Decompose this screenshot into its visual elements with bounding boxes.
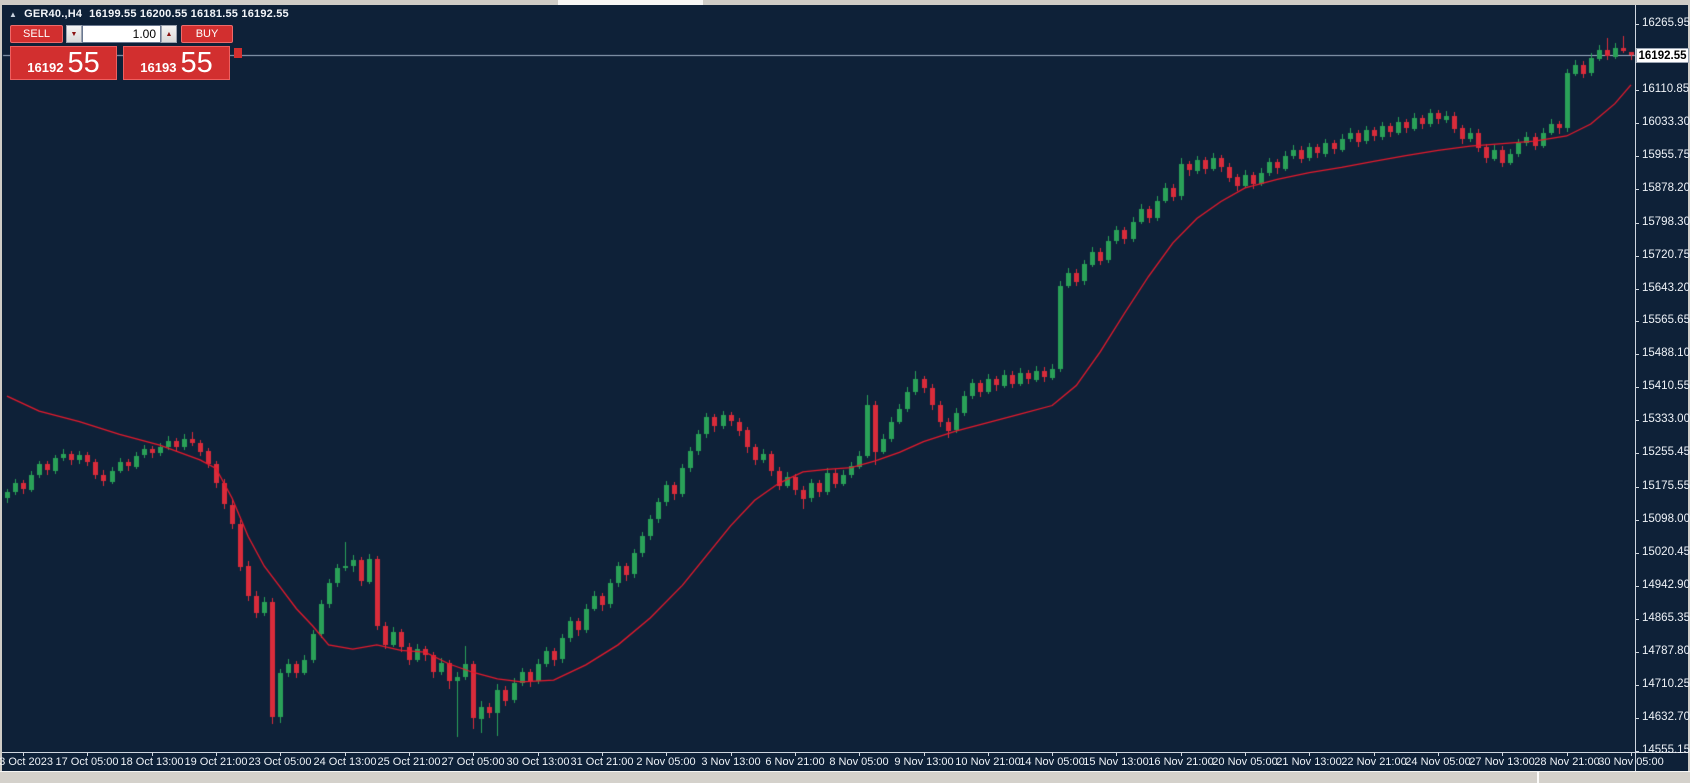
price-axis-label: 16110.85: [1642, 83, 1690, 95]
triangle-down-icon: ▼: [70, 30, 78, 38]
time-axis-label: 2 Nov 05:00: [636, 756, 696, 768]
price-axis-label: 16265.95: [1642, 17, 1690, 29]
price-axis-tick: [1635, 387, 1639, 388]
price-axis-tick: [1635, 123, 1639, 124]
price-axis-label: 15255.45: [1642, 446, 1690, 458]
time-axis-label: 18 Oct 13:00: [120, 756, 184, 768]
trading-platform-window: 16265.95 16110.85 16033.30 15955.75 15878.20…: [0, 0, 1690, 783]
price-axis-tick: [1635, 420, 1639, 421]
price-axis-label: 15488.10: [1642, 347, 1690, 359]
time-axis-label: 27 Nov 13:00: [1469, 756, 1535, 768]
time-axis-label: 25 Oct 21:00: [377, 756, 441, 768]
collapse-panel-icon[interactable]: ▲: [9, 10, 17, 19]
price-axis-tick: [1635, 354, 1639, 355]
time-axis-label: 9 Nov 13:00: [894, 756, 954, 768]
price-axis-label: 15333.00: [1642, 413, 1690, 425]
time-axis-label: 17 Oct 05:00: [55, 756, 119, 768]
triangle-up-icon: ▲: [165, 30, 173, 38]
price-axis-label: 14787.80: [1642, 645, 1690, 657]
volume-input[interactable]: [82, 25, 161, 43]
price-axis-label: 15565.65: [1642, 314, 1690, 326]
time-axis-label: 6 Nov 21:00: [765, 756, 825, 768]
price-axis-label: 15410.55: [1642, 380, 1690, 392]
panel-edge-notch: [234, 48, 242, 58]
price-axis-label: 15020.45: [1642, 546, 1690, 558]
time-axis-label: 28 Nov 21:00: [1534, 756, 1600, 768]
time-axis-label: 30 Nov 05:00: [1598, 756, 1664, 768]
price-axis-tick: [1635, 652, 1639, 653]
volume-increment-button[interactable]: ▲: [161, 25, 177, 43]
price-axis-tick: [1635, 321, 1639, 322]
price-axis-tick: [1635, 223, 1639, 224]
price-axis-tick: [1635, 619, 1639, 620]
current-price-tag: 16192.55: [1636, 48, 1689, 63]
price-axis-tick: [1635, 453, 1639, 454]
bottom-bar-divider: [1537, 772, 1539, 783]
time-axis-label: 27 Oct 05:00: [441, 756, 505, 768]
price-axis-tick: [1635, 718, 1639, 719]
time-axis-label: 24 Nov 05:00: [1405, 756, 1471, 768]
price-axis-tick: [1635, 586, 1639, 587]
price-axis-tick: [1635, 685, 1639, 686]
price-axis-tick: [1635, 487, 1639, 488]
price-axis-label: 16033.30: [1642, 116, 1690, 128]
time-axis-label: 8 Nov 05:00: [829, 756, 889, 768]
sell-button[interactable]: SELL: [10, 25, 63, 43]
price-axis-tick: [1635, 289, 1639, 290]
volume-decrement-button[interactable]: ▼: [66, 25, 82, 43]
time-axis-label: 23 Oct 05:00: [248, 756, 312, 768]
price-axis-label: 15643.20: [1642, 282, 1690, 294]
time-axis-line: [2, 752, 1688, 753]
price-axis-tick: [1635, 553, 1639, 554]
price-axis-label: 15720.75: [1642, 249, 1690, 261]
time-axis-label: 13 Oct 2023: [0, 756, 53, 768]
price-axis-label: 15955.75: [1642, 149, 1690, 161]
price-axis-tick: [1635, 189, 1639, 190]
time-axis-label: 24 Oct 13:00: [313, 756, 377, 768]
price-axis-tick: [1635, 256, 1639, 257]
chart-title: ▲ GER40.,H4 16199.55 16200.55 16181.55 1…: [9, 8, 289, 20]
sell-price-main: 16192: [27, 60, 64, 75]
price-axis-label: 14555.15: [1642, 744, 1690, 756]
sell-price-pips: 55: [67, 47, 100, 79]
buy-button[interactable]: BUY: [181, 25, 233, 43]
time-axis-label: 15 Nov 13:00: [1083, 756, 1149, 768]
buy-price-pips: 55: [180, 47, 213, 79]
price-axis-tick: [1635, 520, 1639, 521]
time-axis-label: 16 Nov 21:00: [1148, 756, 1214, 768]
time-axis-label: 22 Nov 21:00: [1341, 756, 1407, 768]
sell-quote-panel[interactable]: 16192 55: [10, 46, 117, 80]
candlestick-chart-canvas[interactable]: [0, 0, 1690, 783]
price-axis-tick: [1635, 156, 1639, 157]
window-bottom-bar: [0, 771, 1690, 783]
price-axis-line: [1635, 5, 1636, 771]
symbol-timeframe-label: GER40.,H4: [24, 8, 83, 20]
price-axis-label: 15798.30: [1642, 216, 1690, 228]
time-axis-label: 19 Oct 21:00: [184, 756, 248, 768]
price-axis-label: 14865.35: [1642, 612, 1690, 624]
time-axis-label: 14 Nov 05:00: [1019, 756, 1085, 768]
price-axis-tick: [1635, 24, 1639, 25]
ohlc-readout: 16199.55 16200.55 16181.55 16192.55: [89, 8, 289, 20]
time-axis-label: 3 Nov 13:00: [701, 756, 761, 768]
time-axis-label: 10 Nov 21:00: [955, 756, 1021, 768]
price-axis-label: 15878.20: [1642, 182, 1690, 194]
time-axis-label: 20 Nov 05:00: [1212, 756, 1278, 768]
buy-price-main: 16193: [140, 60, 177, 75]
price-axis-label: 15175.55: [1642, 480, 1690, 492]
price-axis-tick: [1635, 751, 1639, 752]
buy-quote-panel[interactable]: 16193 55: [123, 46, 230, 80]
price-axis-label: 14632.70: [1642, 711, 1690, 723]
price-axis-label: 14942.90: [1642, 579, 1690, 591]
time-axis-label: 31 Oct 21:00: [570, 756, 634, 768]
time-axis-label: 21 Nov 13:00: [1276, 756, 1342, 768]
price-axis-tick: [1635, 90, 1639, 91]
time-axis-label: 30 Oct 13:00: [506, 756, 570, 768]
price-axis-label: 15098.00: [1642, 513, 1690, 525]
price-axis-label: 14710.25: [1642, 678, 1690, 690]
